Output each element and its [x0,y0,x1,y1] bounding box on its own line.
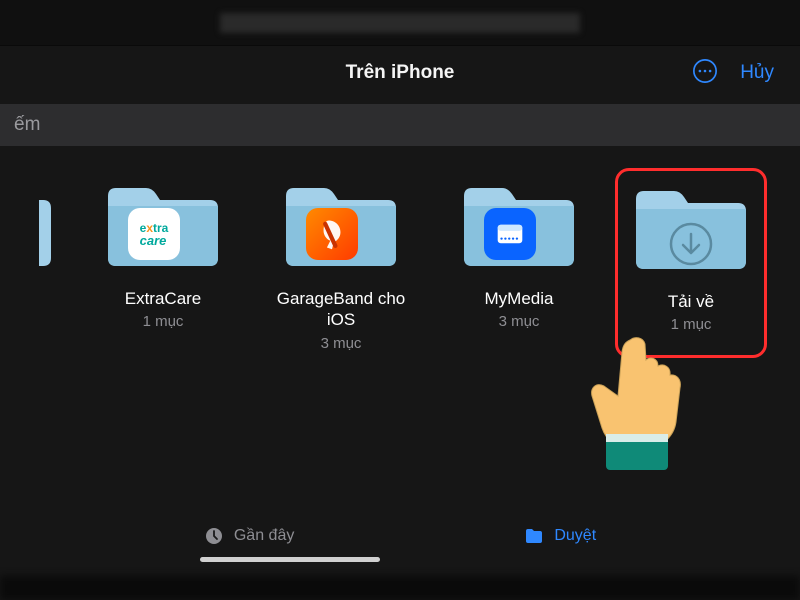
folder-icon [524,526,544,546]
folder-grid: extra care ExtraCare 1 mục GarageBand ch… [0,146,800,352]
folder-icon [454,174,584,274]
search-text-fragment: ếm [14,114,40,136]
mymedia-app-icon [484,208,536,260]
folder-item-mymedia[interactable]: MyMedia 3 mục [443,174,595,352]
folder-subtitle: 1 mục [143,313,184,330]
tab-label: Duyệt [554,527,596,545]
tab-browse[interactable]: Duyệt [524,526,596,546]
folder-subtitle: 3 mục [321,335,362,352]
folder-label: MyMedia [485,288,554,309]
folder-label: GarageBand cho iOS [266,288,416,331]
clock-icon [204,526,224,546]
home-indicator[interactable] [200,557,380,562]
extracare-app-icon: extra care [128,208,180,260]
download-icon [666,219,716,269]
page-title: Trên iPhone [346,62,455,84]
folder-subtitle: 1 mục [671,316,712,333]
cancel-button[interactable]: Hủy [740,62,774,84]
bottom-tabs: Gần đây Duyệt [0,500,800,572]
folder-item-partial[interactable] [39,174,61,352]
search-input[interactable]: ếm [0,104,800,146]
garageband-app-icon [306,208,358,260]
more-icon[interactable] [692,58,718,89]
tab-label: Gần đây [234,527,294,545]
folder-subtitle: 3 mục [499,313,540,330]
footer-blur [0,576,800,600]
top-blurred-bar [0,0,800,46]
header-actions: Hủy [692,58,774,89]
folder-item-downloads[interactable]: Tải về 1 mục [615,168,767,358]
folder-label: Tải về [668,291,714,312]
tab-recent[interactable]: Gần đây [204,526,294,546]
header: Trên iPhone Hủy [0,46,800,100]
folder-item-extracare[interactable]: extra care ExtraCare 1 mục [87,174,239,352]
folder-label: ExtraCare [125,288,202,309]
folder-item-garageband[interactable]: GarageBand cho iOS 3 mục [265,174,417,352]
folder-icon [626,177,756,277]
folder-icon [276,174,406,274]
folder-icon: extra care [98,174,228,274]
blurred-content [220,13,580,33]
